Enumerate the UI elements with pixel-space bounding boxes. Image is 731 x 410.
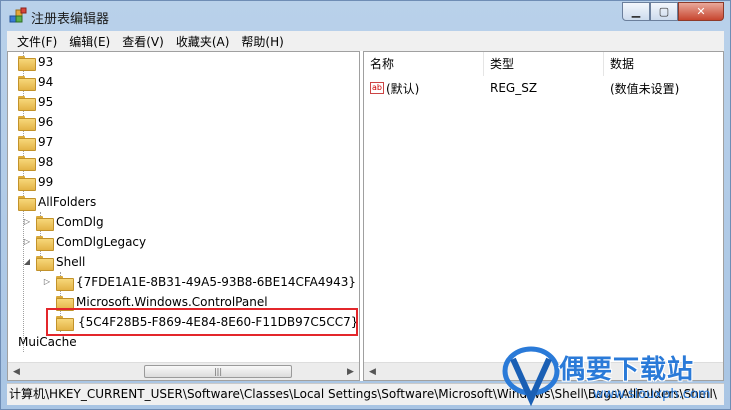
tree-item[interactable]: ▷ ComDlg	[22, 212, 104, 232]
menu-file[interactable]: 文件(F)	[11, 33, 63, 50]
maximize-button[interactable]: ▢	[650, 2, 678, 21]
value-name: (默认)	[386, 81, 420, 96]
expand-arrow-icon[interactable]: ▷	[22, 237, 32, 247]
folder-icon	[18, 195, 36, 211]
tree-item[interactable]: MuiCache	[18, 332, 77, 352]
tree-item[interactable]: 99	[18, 172, 53, 192]
close-icon: ✕	[696, 5, 706, 18]
value-name-cell: ab (默认)	[364, 80, 484, 97]
list-horizontal-scrollbar[interactable]: ◀	[364, 362, 723, 380]
value-type: REG_SZ	[490, 81, 538, 95]
expand-arrow-icon[interactable]: ▷	[42, 277, 52, 287]
folder-icon	[18, 155, 36, 171]
menu-bar: 文件(F) 编辑(E) 查看(V) 收藏夹(A) 帮助(H)	[7, 31, 724, 51]
menu-edit[interactable]: 编辑(E)	[63, 33, 116, 50]
tree-item-label: 96	[38, 115, 54, 129]
column-header-name[interactable]: 名称	[364, 52, 484, 76]
tree-item[interactable]: 98	[18, 152, 53, 172]
tree-item-label: 95	[38, 95, 54, 109]
folder-icon	[18, 135, 36, 151]
tree-item[interactable]: 97	[18, 132, 53, 152]
folder-icon	[18, 115, 36, 131]
tree-item[interactable]: 95	[18, 92, 53, 112]
menu-favorites[interactable]: 收藏夹(A)	[170, 33, 236, 50]
tree-item-label: MuiCache	[18, 335, 77, 349]
scroll-left-icon[interactable]: ◀	[364, 363, 381, 380]
string-value-icon: ab	[370, 82, 384, 94]
folder-icon	[18, 55, 36, 71]
minimize-icon: ▁	[631, 5, 641, 18]
menu-help[interactable]: 帮助(H)	[235, 33, 289, 50]
folder-icon	[36, 255, 54, 271]
folder-icon	[36, 235, 54, 251]
column-header-data[interactable]: 数据	[604, 52, 723, 76]
value-data: (数值未设置)	[610, 81, 680, 96]
tree-item[interactable]: ▷ ComDlgLegacy	[22, 232, 146, 252]
folder-icon	[18, 75, 36, 91]
expand-arrow-icon[interactable]: ▷	[22, 217, 32, 227]
tree-item-label: AllFolders	[38, 195, 97, 209]
key-tree: 93 94 95 96 97 98 99 AllFolders ▷ ComDlg…	[8, 52, 359, 362]
tree-item-label: 94	[38, 75, 54, 89]
folder-icon	[18, 95, 36, 111]
tree-item-label: 97	[38, 135, 54, 149]
tree-item[interactable]: ◢ Shell	[22, 252, 85, 272]
title-bar[interactable]: 注册表编辑器 ▁ ▢ ✕	[1, 1, 730, 31]
tree-item-label: ComDlgLegacy	[56, 235, 147, 249]
folder-icon	[56, 295, 74, 311]
tree-item[interactable]: 93	[18, 52, 53, 72]
caption-buttons: ▁ ▢ ✕	[622, 2, 724, 21]
scroll-left-icon[interactable]: ◀	[8, 363, 25, 380]
tree-item-label: {7FDE1A1E-8B31-49A5-93B8-6BE14CFA4943}	[76, 275, 357, 289]
menu-view[interactable]: 查看(V)	[116, 33, 170, 50]
highlight-box	[46, 308, 358, 336]
tree-item[interactable]: AllFolders	[18, 192, 96, 212]
window-title: 注册表编辑器	[31, 12, 110, 27]
status-bar: 计算机\HKEY_CURRENT_USER\Software\Classes\L…	[7, 383, 724, 405]
tree-item-label: 98	[38, 155, 54, 169]
scroll-right-icon[interactable]: ▶	[342, 363, 359, 380]
scroll-thumb[interactable]: |||	[144, 365, 292, 378]
value-list-pane[interactable]: 名称 类型 数据 ab (默认) REG_SZ (数值未设置) ◀	[363, 51, 724, 381]
tree-item-label: 93	[38, 55, 54, 69]
tree-item-label: Shell	[56, 255, 86, 269]
tree-item[interactable]: ▷ {7FDE1A1E-8B31-49A5-93B8-6BE14CFA4943}	[42, 272, 356, 292]
registry-editor-window: 注册表编辑器 ▁ ▢ ✕ 文件(F) 编辑(E) 查看(V) 收藏夹(A) 帮助…	[0, 0, 731, 410]
tree-item-label: ComDlg	[56, 215, 104, 229]
collapse-arrow-icon[interactable]: ◢	[22, 257, 32, 267]
maximize-icon: ▢	[658, 5, 670, 18]
registry-editor-icon	[9, 7, 27, 23]
tree-horizontal-scrollbar[interactable]: ◀ ||| ▶	[8, 362, 359, 380]
folder-icon	[36, 215, 54, 231]
tree-item[interactable]: 94	[18, 72, 53, 92]
tree-item-label: Microsoft.Windows.ControlPanel	[76, 295, 268, 309]
pane-area: 93 94 95 96 97 98 99 AllFolders ▷ ComDlg…	[7, 51, 724, 381]
list-row[interactable]: ab (默认) REG_SZ (数值未设置)	[364, 78, 723, 98]
folder-icon	[56, 275, 74, 291]
minimize-button[interactable]: ▁	[622, 2, 650, 21]
tree-item-label: 99	[38, 175, 54, 189]
tree-item[interactable]: 96	[18, 112, 53, 132]
close-button[interactable]: ✕	[678, 2, 724, 21]
folder-icon	[18, 175, 36, 191]
column-header-type[interactable]: 类型	[484, 52, 604, 76]
list-header: 名称 类型 数据	[364, 52, 723, 76]
key-tree-pane[interactable]: 93 94 95 96 97 98 99 AllFolders ▷ ComDlg…	[7, 51, 360, 381]
